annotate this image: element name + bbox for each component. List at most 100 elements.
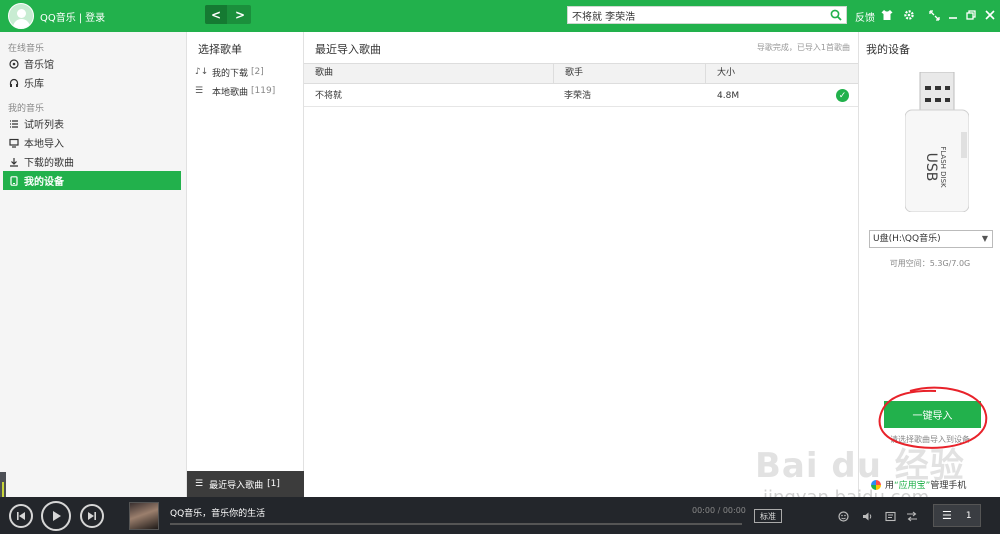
playlist-column-title: 选择歌单 bbox=[198, 43, 242, 56]
column-header-size[interactable]: 大小 bbox=[705, 64, 858, 83]
playlist-item-count: [2] bbox=[251, 67, 264, 77]
close-icon[interactable] bbox=[983, 8, 997, 22]
table-header: 歌曲 歌手 大小 bbox=[304, 63, 858, 84]
sidebar-item-trial-list[interactable]: 试听列表 bbox=[3, 114, 181, 133]
restore-icon[interactable] bbox=[964, 8, 978, 22]
play-icon bbox=[53, 511, 61, 521]
check-icon: ✓ bbox=[836, 89, 849, 102]
play-button[interactable] bbox=[41, 501, 71, 531]
login-link[interactable]: 登录 bbox=[85, 13, 105, 24]
playlist-item-label: 本地歌曲 bbox=[212, 87, 249, 98]
playlist-item-label: 我的下载 bbox=[212, 68, 249, 79]
page-title: 最近导入歌曲 bbox=[315, 43, 381, 56]
available-space: 可用空间：5.3G/7.0G bbox=[889, 259, 971, 268]
recent-import-tab[interactable]: ☰ 最近导入歌曲 [1] bbox=[187, 471, 304, 497]
player-bar: QQ音乐，音乐你的生活 00:00 / 00:00 标准 ☰ 1 bbox=[0, 497, 1000, 534]
device-panel: 我的设备 USB FLASH DISK U盘(H:\QQ音乐) ▼ 可用空间：5… bbox=[858, 32, 1000, 497]
usb-label: USB bbox=[923, 153, 939, 182]
recent-import-label: 最近导入歌曲 bbox=[209, 480, 264, 491]
lyrics-icon[interactable] bbox=[883, 509, 897, 523]
import-status: 导歌完成，已导入1首歌曲 bbox=[756, 43, 850, 52]
queue-count: 1 bbox=[965, 510, 972, 521]
playlist-item-local[interactable]: ☰ 本地歌曲 [119] bbox=[195, 83, 275, 99]
app-name: QQ音乐 bbox=[40, 13, 76, 24]
next-icon bbox=[88, 512, 96, 520]
sidebar-item-label: 音乐馆 bbox=[24, 60, 54, 71]
brand-separator: | bbox=[78, 13, 83, 24]
album-cover[interactable] bbox=[129, 502, 159, 530]
search-input[interactable] bbox=[572, 8, 822, 22]
volume-icon[interactable] bbox=[861, 509, 875, 523]
column-header-song[interactable]: 歌曲 bbox=[304, 64, 553, 83]
device-panel-title: 我的设备 bbox=[866, 43, 910, 56]
sidebar-item-my-devices[interactable]: 我的设备 bbox=[3, 171, 181, 190]
app-store-icon bbox=[871, 479, 881, 490]
sidebar-item-label: 本地导入 bbox=[24, 139, 64, 150]
playlist-item-downloads[interactable]: ♪↓ 我的下载 [2] bbox=[195, 64, 264, 80]
flash-disk-label: FLASH DISK bbox=[939, 146, 947, 188]
playlist-queue-button[interactable]: ☰ 1 bbox=[933, 504, 981, 527]
recent-import-count: [1] bbox=[267, 479, 280, 489]
sidebar-item-local-import[interactable]: 本地导入 bbox=[3, 133, 181, 152]
sidebar-item-label: 下载的歌曲 bbox=[24, 158, 74, 169]
drive-select[interactable]: U盘(H:\QQ音乐) ▼ bbox=[869, 230, 993, 248]
search-icon[interactable] bbox=[830, 9, 842, 21]
chevron-down-icon[interactable]: ▼ bbox=[982, 231, 988, 247]
settings-icon[interactable] bbox=[902, 8, 916, 22]
next-button[interactable] bbox=[80, 504, 104, 528]
manage-suffix: 管理手机 bbox=[930, 481, 967, 491]
download-music-icon: ♪↓ bbox=[195, 67, 209, 77]
skin-icon[interactable] bbox=[880, 8, 894, 22]
sidebar-item-label: 试听列表 bbox=[24, 120, 64, 131]
qq-music-window: QQ音乐|登录 < > 反馈 在线音乐 bbox=[0, 0, 1000, 534]
song-name: 不将就 bbox=[315, 91, 343, 101]
title-bar: QQ音乐|登录 < > 反馈 bbox=[0, 0, 1000, 32]
search-box[interactable] bbox=[567, 6, 847, 24]
previous-button[interactable] bbox=[9, 504, 33, 528]
music-hall-icon bbox=[8, 58, 19, 69]
progress-bar[interactable] bbox=[170, 523, 742, 525]
sound-effect-icon[interactable] bbox=[836, 509, 850, 523]
monitor-icon bbox=[8, 137, 19, 148]
manage-phone-link[interactable]: 用 “应用宝” 管理手机 bbox=[871, 478, 966, 491]
left-sidebar: 在线音乐 音乐馆 乐库 我的音乐 试听列表 本地导入 下载的歌曲 我的设备 bbox=[0, 32, 187, 497]
sidebar-item-library[interactable]: 乐库 bbox=[3, 73, 181, 92]
playlist-item-count: [119] bbox=[251, 86, 276, 96]
now-playing-title: QQ音乐，音乐你的生活 bbox=[170, 509, 266, 519]
import-hint: 请选择歌曲导入到设备 bbox=[890, 435, 970, 444]
list-icon: ☰ bbox=[942, 509, 952, 522]
forward-button[interactable]: > bbox=[229, 5, 251, 24]
user-avatar[interactable] bbox=[8, 3, 34, 29]
download-icon bbox=[8, 156, 19, 167]
previous-icon bbox=[17, 512, 25, 520]
app-store-link[interactable]: “应用宝” bbox=[894, 478, 930, 491]
table-row[interactable]: 不将就 李荣浩 4.8M ✓ bbox=[304, 85, 858, 107]
minimode-icon[interactable] bbox=[927, 8, 941, 22]
singer-name: 李荣浩 bbox=[564, 91, 592, 101]
list-icon: ☰ bbox=[195, 86, 204, 96]
sidebar-item-music-hall[interactable]: 音乐馆 bbox=[3, 54, 181, 73]
headphones-icon bbox=[8, 77, 19, 88]
device-icon bbox=[8, 175, 19, 186]
file-size: 4.8M bbox=[717, 91, 740, 101]
list-icon: ☰ bbox=[195, 479, 204, 489]
sidebar-item-downloads[interactable]: 下载的歌曲 bbox=[3, 152, 181, 171]
one-click-import-button[interactable]: 一键导入 bbox=[884, 401, 981, 428]
section-title-my-music: 我的音乐 bbox=[8, 104, 45, 114]
sidebar-item-label: 我的设备 bbox=[24, 177, 64, 188]
back-button[interactable]: < bbox=[205, 5, 227, 24]
history-nav: < > bbox=[205, 5, 251, 24]
main-content: 最近导入歌曲 导歌完成，已导入1首歌曲 歌曲 歌手 大小 不将就 李荣浩 4.8… bbox=[304, 32, 858, 497]
manage-prefix: 用 bbox=[885, 481, 895, 491]
list-icon bbox=[8, 118, 19, 129]
volume-edge-indicator bbox=[0, 472, 6, 498]
play-mode-icon[interactable] bbox=[905, 509, 919, 523]
column-header-singer[interactable]: 歌手 bbox=[553, 64, 703, 83]
drive-select-value: U盘(H:\QQ音乐) bbox=[873, 234, 941, 244]
play-time: 00:00 / 00:00 bbox=[692, 506, 746, 515]
feedback-link[interactable]: 反馈 bbox=[855, 9, 875, 24]
minimize-icon[interactable] bbox=[946, 8, 960, 22]
usb-drive-illustration: USB FLASH DISK bbox=[905, 72, 969, 212]
quality-button[interactable]: 标准 bbox=[754, 509, 782, 523]
section-title-online: 在线音乐 bbox=[8, 44, 45, 54]
